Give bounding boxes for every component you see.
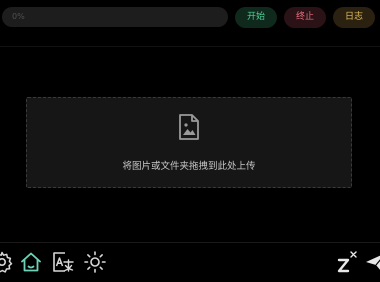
translate-icon[interactable] (51, 250, 75, 274)
divider (0, 242, 380, 243)
home-icon[interactable] (19, 250, 43, 274)
progress-text: 0% (12, 12, 25, 21)
sun-icon[interactable] (83, 250, 107, 274)
drop-zone-text: 将图片或文件夹拖拽到此处上传 (122, 161, 256, 172)
send-icon[interactable] (364, 250, 380, 274)
stop-button[interactable]: 终止 (284, 7, 326, 28)
log-button[interactable]: 日志 (333, 7, 375, 28)
app-window: 0% 开始 终止 日志 将图片或文件夹拖拽到此处上传 (0, 0, 380, 282)
start-button[interactable]: 开始 (235, 7, 277, 28)
progress-bar: 0% (2, 7, 228, 27)
image-file-icon (179, 114, 199, 140)
sleep-icon[interactable] (336, 250, 360, 274)
file-drop-zone[interactable]: 将图片或文件夹拖拽到此处上传 (26, 97, 352, 188)
divider (0, 46, 380, 47)
gear-icon[interactable] (0, 250, 14, 274)
top-toolbar: 0% 开始 终止 日志 (0, 0, 380, 36)
